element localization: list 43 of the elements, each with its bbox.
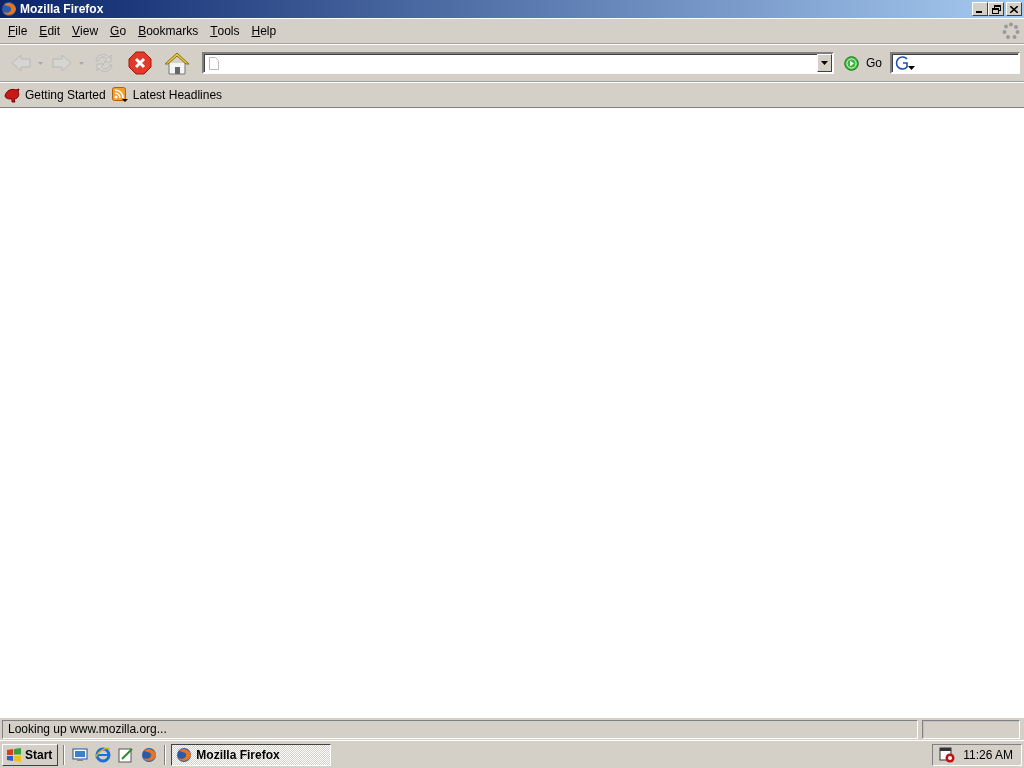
close-button[interactable] xyxy=(1006,2,1022,16)
window-title: Mozilla Firefox xyxy=(20,2,104,16)
scheduler-icon xyxy=(939,746,956,763)
windows-flag-icon xyxy=(6,747,22,762)
address-field[interactable] xyxy=(202,52,834,74)
go-button[interactable]: Go xyxy=(844,55,882,71)
menu-item[interactable]: View xyxy=(66,22,105,40)
reload-icon xyxy=(92,51,116,75)
go-arrow-icon xyxy=(844,55,859,71)
forward-arrow-icon xyxy=(51,52,73,74)
stop-icon xyxy=(128,51,152,75)
menu-item[interactable]: Edit xyxy=(33,22,67,40)
firefox-icon xyxy=(176,746,193,763)
firefox-icon xyxy=(141,746,158,763)
bookmark-item[interactable]: Getting Started xyxy=(4,87,106,103)
menu-item[interactable]: Bookmarks xyxy=(132,22,205,40)
start-button[interactable]: Start xyxy=(2,743,59,766)
home-icon xyxy=(164,51,190,75)
status-text: Looking up www.mozilla.org... xyxy=(2,719,918,739)
menu-item[interactable]: File xyxy=(2,22,34,40)
page-icon xyxy=(209,56,219,70)
search-field[interactable] xyxy=(890,52,1020,74)
browser-globe-icon xyxy=(95,746,112,763)
menu-item[interactable]: Go xyxy=(104,22,133,40)
clock: 11:26 AM xyxy=(963,747,1013,762)
desktop-icon xyxy=(72,746,89,763)
restore-icon xyxy=(991,4,1001,14)
taskbar-button[interactable]: Mozilla Firefox xyxy=(171,743,332,766)
menu-item[interactable]: Tools xyxy=(204,22,246,40)
caret-icon xyxy=(821,61,828,65)
dropdown-button[interactable] xyxy=(817,54,832,72)
menu-item[interactable]: Help xyxy=(245,22,283,40)
throbber-icon xyxy=(1002,22,1020,40)
minimize-button[interactable] xyxy=(972,2,988,16)
search-engine-icon xyxy=(894,55,916,71)
firefox-icon xyxy=(1,1,17,17)
bird-icon xyxy=(4,87,20,103)
notepad-icon xyxy=(118,746,135,763)
bookmark-item[interactable]: Latest Headlines xyxy=(111,87,223,103)
back-arrow-icon xyxy=(10,52,32,74)
restore-button[interactable] xyxy=(988,2,1004,16)
close-icon xyxy=(1010,5,1018,13)
feed-icon xyxy=(111,87,128,103)
